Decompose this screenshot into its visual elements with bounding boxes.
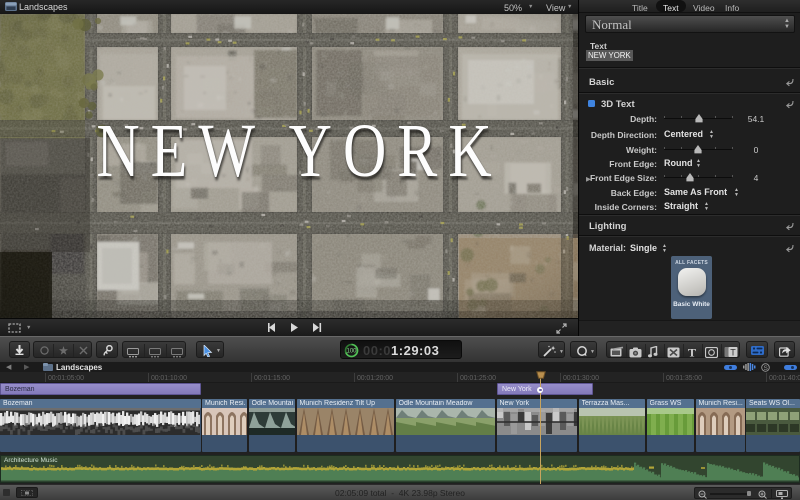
svg-text:100: 100 (346, 348, 357, 354)
svg-text:T: T (730, 347, 736, 357)
svg-text:S: S (764, 364, 769, 371)
svg-text:T: T (688, 346, 696, 358)
